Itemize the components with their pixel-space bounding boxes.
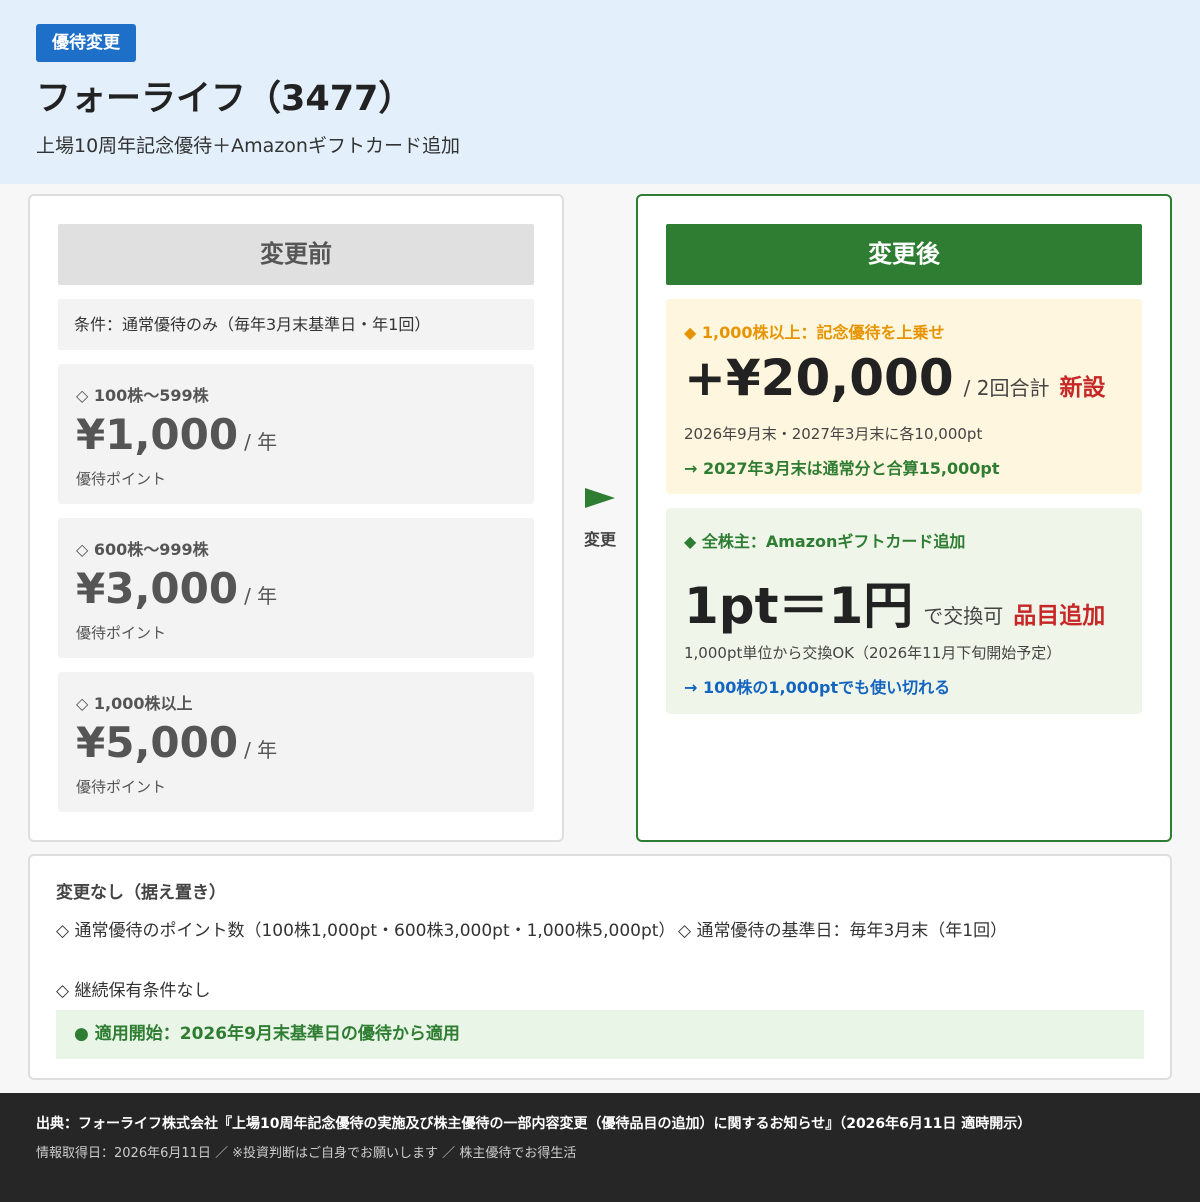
change-arrow: 変更 [568,488,632,550]
commemorative-arrow-note: → 2027年3月末は通常分と合算15,000pt [684,459,1000,478]
page-subtitle: 上場10周年記念優待＋Amazonギフトカード追加 [36,135,460,157]
tier-amount: ¥3,000/ 年 [76,564,278,613]
footer-info: 情報取得日：2026年6月11日 ／ ※投資判断はご自身でお願いします ／ 株主… [36,1146,577,1161]
tier-card: ◇ 600株〜999株 ¥3,000/ 年 優待ポイント [58,518,534,658]
tier-label: ◇ 600株〜999株 [76,540,209,559]
amazon-amount: 1pt＝1円 で交換可 品目追加 [684,577,1106,635]
unchanged-panel: 変更なし（据え置き） ◇ 通常優待のポイント数（100株1,000pt・600株… [28,854,1172,1080]
footer: 出典：フォーライフ株式会社『上場10周年記念優待の実施及び株主優待の一部内容変更… [0,1093,1200,1202]
category-badge: 優待変更 [36,24,136,62]
header: 優待変更 フォーライフ（3477） 上場10周年記念優待＋Amazonギフトカー… [0,0,1200,184]
tier-card: ◇ 100株〜599株 ¥1,000/ 年 優待ポイント [58,364,534,504]
before-panel: 変更前 条件：通常優待のみ（毎年3月末基準日・年1回） ◇ 100株〜599株 … [28,194,564,842]
footer-source: 出典：フォーライフ株式会社『上場10周年記念優待の実施及び株主優待の一部内容変更… [36,1116,1032,1132]
commemorative-amount: +¥20,000/ 2回合計 新設 [684,349,1106,407]
unchanged-title: 変更なし（据え置き） [56,883,226,903]
after-panel: 変更後 ◆ 1,000株以上：記念優待を上乗せ +¥20,000/ 2回合計 新設… [636,194,1172,842]
page-title: フォーライフ（3477） [36,79,414,119]
commemorative-label: ◆ 1,000株以上：記念優待を上乗せ [684,323,945,342]
amazon-note: 1,000pt単位から交換OK（2026年11月下旬開始予定） [684,644,1062,662]
tier-label: ◇ 1,000株以上 [76,694,193,713]
before-heading: 変更前 [58,224,534,285]
amazon-box: ◆ 全株主：Amazonギフトカード追加 1pt＝1円 で交換可 品目追加 1,00… [666,508,1142,714]
tier-card: ◇ 1,000株以上 ¥5,000/ 年 優待ポイント [58,672,534,812]
arrow-right-icon [585,488,615,508]
unchanged-item: ◇ 通常優待のポイント数（100株1,000pt・600株3,000pt・1,0… [56,921,676,941]
tier-amount: ¥5,000/ 年 [76,718,278,767]
change-arrow-label: 変更 [583,530,616,549]
after-heading: 変更後 [666,224,1142,285]
apply-start-bar: ● 適用開始：2026年9月末基準日の優待から適用 [56,1010,1144,1059]
tier-sub: 優待ポイント [76,624,167,642]
tier-sub: 優待ポイント [76,470,167,488]
amazon-label: ◆ 全株主：Amazonギフトカード追加 [684,532,966,551]
added-tag: 品目追加 [1013,603,1106,629]
tier-amount: ¥1,000/ 年 [76,410,278,459]
amazon-arrow-note: → 100株の1,000ptでも使い切れる [684,678,951,697]
commemorative-note: 2026年9月末・2027年3月末に各10,000pt [684,425,983,443]
tier-label: ◇ 100株〜599株 [76,386,209,405]
new-tag: 新設 [1059,375,1106,401]
unchanged-item: ◇ 通常優待の基準日：毎年3月末（年1回） [678,921,1008,941]
commemorative-box: ◆ 1,000株以上：記念優待を上乗せ +¥20,000/ 2回合計 新設 202… [666,299,1142,494]
before-condition: 条件：通常優待のみ（毎年3月末基準日・年1回） [58,299,534,350]
tier-sub: 優待ポイント [76,778,167,796]
unchanged-item: ◇ 継続保有条件なし [56,981,211,1001]
